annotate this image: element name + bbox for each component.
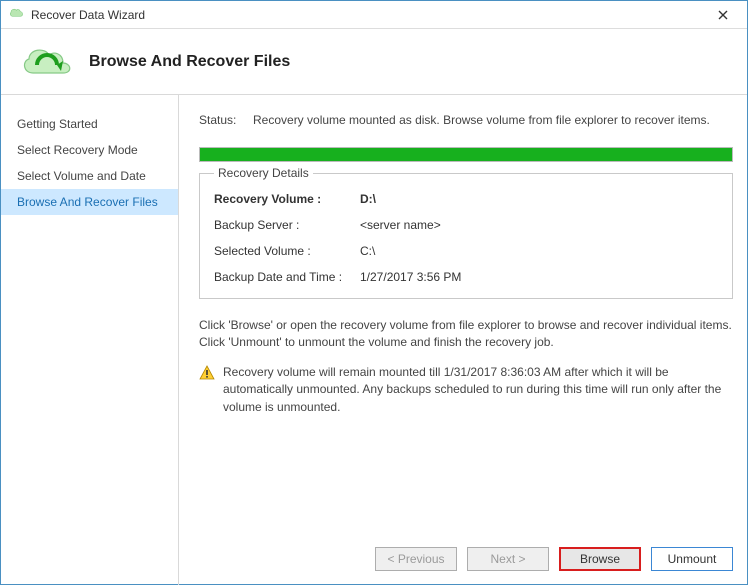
page-title: Browse And Recover Files <box>89 53 290 71</box>
unmount-button[interactable]: Unmount <box>651 547 733 571</box>
detail-label: Selected Volume : <box>214 244 360 258</box>
instructions-text: Click 'Browse' or open the recovery volu… <box>199 317 733 352</box>
progress-bar <box>199 147 733 162</box>
detail-row-recovery-volume: Recovery Volume : D:\ <box>214 192 718 206</box>
wizard-content: Status: Recovery volume mounted as disk.… <box>179 95 747 585</box>
sidebar-item-getting-started[interactable]: Getting Started <box>1 111 178 137</box>
recovery-details-group: Recovery Details Recovery Volume : D:\ B… <box>199 166 733 299</box>
next-button: Next > <box>467 547 549 571</box>
close-icon <box>718 10 728 20</box>
wizard-header: Browse And Recover Files <box>1 29 747 95</box>
detail-value: C:\ <box>360 244 375 258</box>
warning-text: Recovery volume will remain mounted till… <box>223 364 733 416</box>
warning-icon <box>199 365 215 381</box>
status-text: Recovery volume mounted as disk. Browse … <box>253 113 710 127</box>
warning-row: Recovery volume will remain mounted till… <box>199 364 733 416</box>
wizard-body: Getting Started Select Recovery Mode Sel… <box>1 95 747 585</box>
status-label: Status: <box>199 113 243 127</box>
detail-row-backup-server: Backup Server : <server name> <box>214 218 718 232</box>
sidebar-item-label: Select Volume and Date <box>17 169 146 183</box>
status-row: Status: Recovery volume mounted as disk.… <box>199 113 733 127</box>
sidebar-item-select-recovery-mode[interactable]: Select Recovery Mode <box>1 137 178 163</box>
close-button[interactable] <box>705 4 741 26</box>
app-cloud-icon <box>9 7 25 23</box>
detail-label: Recovery Volume : <box>214 192 360 206</box>
detail-label: Backup Server : <box>214 218 360 232</box>
detail-value: <server name> <box>360 218 441 232</box>
previous-button: < Previous <box>375 547 457 571</box>
wizard-button-row: < Previous Next > Browse Unmount <box>375 547 733 571</box>
detail-label: Backup Date and Time : <box>214 270 360 284</box>
sidebar-item-browse-recover[interactable]: Browse And Recover Files <box>1 189 178 215</box>
titlebar: Recover Data Wizard <box>1 1 747 29</box>
detail-row-backup-datetime: Backup Date and Time : 1/27/2017 3:56 PM <box>214 270 718 284</box>
detail-row-selected-volume: Selected Volume : C:\ <box>214 244 718 258</box>
sidebar-item-label: Browse And Recover Files <box>17 195 158 209</box>
wizard-window: Recover Data Wizard Browse And Recover F… <box>0 0 748 585</box>
sidebar-item-label: Select Recovery Mode <box>17 143 138 157</box>
wizard-sidebar: Getting Started Select Recovery Mode Sel… <box>1 95 179 585</box>
sidebar-item-select-volume-date[interactable]: Select Volume and Date <box>1 163 178 189</box>
detail-value: 1/27/2017 3:56 PM <box>360 270 461 284</box>
cloud-recover-icon <box>19 43 73 81</box>
sidebar-item-label: Getting Started <box>17 117 98 131</box>
window-title: Recover Data Wizard <box>31 8 705 22</box>
browse-button[interactable]: Browse <box>559 547 641 571</box>
recovery-details-legend: Recovery Details <box>214 166 313 180</box>
detail-value: D:\ <box>360 192 376 206</box>
